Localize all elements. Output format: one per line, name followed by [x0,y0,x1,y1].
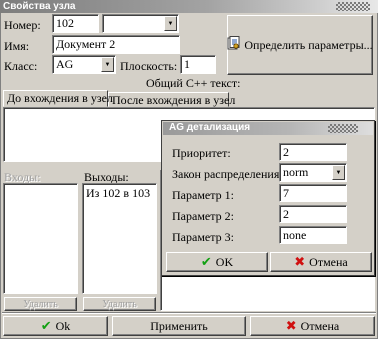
ok-button[interactable]: ✔ Ok [3,316,108,336]
ok-button-label: Ok [55,318,71,333]
cancel-button-label: Отмена [300,318,340,333]
window-titlebar[interactable]: Свойства узла [0,0,378,13]
check-icon: ✔ [200,254,212,270]
plane-label: Плоскость: [120,59,178,73]
check-icon: ✔ [40,318,52,334]
cross-icon: ✖ [285,318,297,334]
number-label: Номер: [4,18,41,32]
class-combo-value: AG [56,57,74,71]
param3-label: Параметр 3: [172,230,234,244]
param2-input[interactable]: 2 [279,205,347,223]
inputs-list[interactable] [3,183,78,294]
number-combo[interactable]: ▼ [102,14,179,33]
distribution-law-combo[interactable]: norm ▼ [279,163,347,182]
name-input[interactable]: Документ 2 [52,35,180,54]
list-item[interactable]: Из 102 в 103 [86,186,150,201]
distribution-law-label: Закон распределения: [172,167,283,181]
plane-input[interactable]: 1 [180,55,216,74]
ag-ok-label: OK [215,254,234,269]
ag-dialog-title: AG детализация [169,122,251,133]
class-combo[interactable]: AG ▼ [52,55,116,74]
titlebar-pattern [336,2,370,11]
name-label: Имя: [4,39,30,53]
footer-divider [2,312,376,314]
tab-after-entry[interactable]: После вхождения в узел [108,92,235,107]
priority-label: Приоритет: [172,146,231,160]
class-label: Класс: [4,59,38,73]
settings-doc-icon [227,36,240,54]
cpp-text-heading: Общий С++ текст: [146,76,241,90]
apply-button[interactable]: Применить [112,316,246,336]
distribution-law-value: norm [283,165,309,179]
inputs-delete-button[interactable]: Удалить [4,297,77,311]
outputs-delete-button[interactable]: Удалить [83,297,156,311]
cancel-button[interactable]: ✖ Отмена [250,316,375,336]
ag-cancel-label: Отмена [309,254,348,269]
ag-cancel-button[interactable]: ✖ Отмена [270,252,372,272]
chevron-down-icon[interactable]: ▼ [332,165,345,180]
chevron-down-icon[interactable]: ▼ [101,57,114,72]
define-parameters-button[interactable]: Определить параметры... [227,15,373,75]
param1-input[interactable]: 7 [279,184,347,202]
define-parameters-label: Определить параметры... [244,37,373,52]
window-title: Свойства узла [3,1,76,12]
outputs-list[interactable]: Из 102 в 103 [82,183,157,294]
cross-icon: ✖ [294,254,306,270]
param2-label: Параметр 2: [172,209,234,223]
apply-button-label: Применить [150,318,208,333]
param3-input[interactable]: none [279,226,347,244]
number-input[interactable]: 102 [52,14,99,33]
tab-before-entry[interactable]: До вхождения в узел [3,90,113,107]
dialog-title-pattern [328,124,358,133]
param1-label: Параметр 1: [172,188,234,202]
priority-input[interactable]: 2 [279,143,347,161]
chevron-down-icon[interactable]: ▼ [164,16,177,31]
ag-ok-button[interactable]: ✔ OK [166,252,268,272]
ag-detail-dialog: AG детализация Приоритет: 2 Закон распре… [161,120,375,276]
